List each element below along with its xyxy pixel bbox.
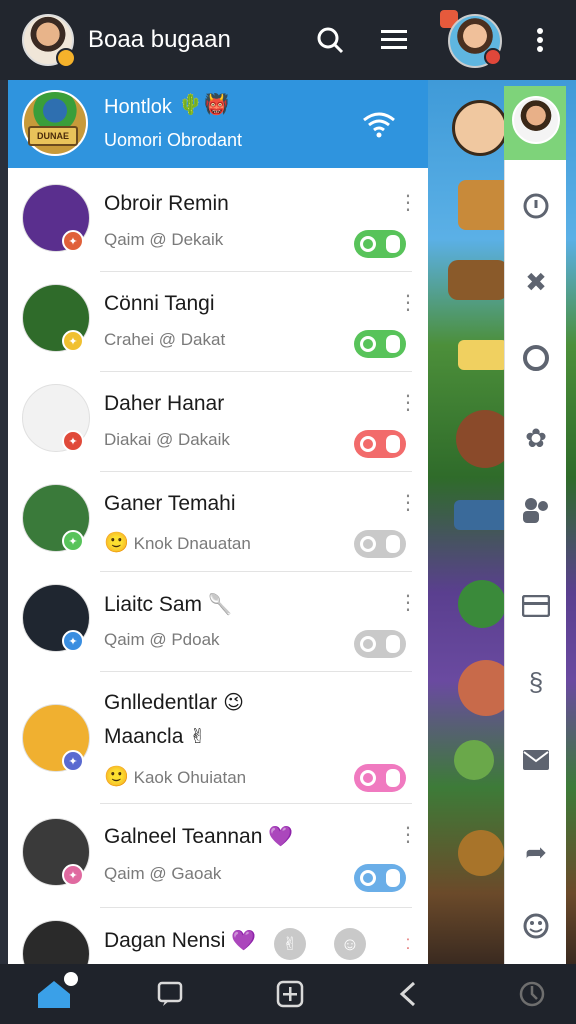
heart-icon: 💜 xyxy=(231,930,257,952)
status-badge: ✦ xyxy=(62,630,84,652)
toggle-switch[interactable] xyxy=(354,430,406,458)
more-vert-icon[interactable]: ⋮ xyxy=(398,824,418,846)
status-badge: ✦ xyxy=(62,864,84,886)
bottom-nav xyxy=(0,964,576,1024)
more-vert-icon[interactable]: ⋮ xyxy=(398,292,418,314)
smiley-icon: 🙂 xyxy=(104,532,129,554)
rail-avatar[interactable] xyxy=(512,96,560,144)
cactus-icon: 🌵 xyxy=(178,94,203,116)
chat-subtitle: Uomori Obrodant xyxy=(104,130,243,150)
heart-icon: 💜 xyxy=(268,826,294,848)
chat-item[interactable]: ✦ Liaitc Sam 🥄 Qaim @ Pdoak ⋮ xyxy=(8,572,428,672)
face-icon[interactable]: ☺ xyxy=(334,928,366,960)
chat-name-line2: Maancla xyxy=(104,725,184,748)
back-icon[interactable] xyxy=(390,976,426,1012)
toggle-switch[interactable] xyxy=(354,630,406,658)
toggle-switch[interactable] xyxy=(354,764,406,792)
chat-item-active[interactable]: DUNAE Hontlok 🌵 👹 Uomori Obrodant xyxy=(8,80,428,168)
status-badge: ✦ xyxy=(62,750,84,772)
circle-icon[interactable] xyxy=(520,342,552,374)
chat-item[interactable]: Dagan Nensi 💜 ✌ ☺ ⁚ xyxy=(8,908,428,964)
chat-name: Cönni Tangi xyxy=(104,292,215,315)
notification-badge xyxy=(64,972,78,986)
chat-name: Hontlok xyxy=(104,96,172,118)
status-badge xyxy=(56,48,76,68)
smiley-icon[interactable] xyxy=(520,910,552,942)
status-badge: ✦ xyxy=(62,430,84,452)
chat-name: Dagan Nensi xyxy=(104,929,226,952)
toggle-switch[interactable] xyxy=(354,230,406,258)
toggle-switch[interactable] xyxy=(354,864,406,892)
chat-item[interactable]: ✦ Cönni Tangi Crahei @ Dakat ⋮ xyxy=(8,272,428,372)
chat-name: Galneel Teannan xyxy=(104,825,263,848)
chat-name: Ganer Temahi xyxy=(104,492,236,515)
status-badge: ✦ xyxy=(62,230,84,252)
chat-item[interactable]: ✦ Ganer Temahi 🙂 Knok Dnauatan ⋮ xyxy=(8,472,428,572)
reaction-icon[interactable]: ✌ xyxy=(274,928,306,960)
chat-subtitle: Qaim @ Dekaik xyxy=(104,230,224,249)
chat-avatar xyxy=(22,920,90,964)
app-header: Boaa bugaan xyxy=(0,0,576,80)
wifi-icon xyxy=(363,112,395,138)
dots-icon[interactable]: ⁚ xyxy=(392,928,424,960)
chat-subtitle: Diakai @ Dakaik xyxy=(104,430,230,449)
people-icon[interactable] xyxy=(520,494,552,526)
chat-avatar xyxy=(22,90,88,156)
chat-name: Obroir Remin xyxy=(104,192,229,215)
more-vert-icon[interactable] xyxy=(522,22,558,58)
link-icon[interactable]: § xyxy=(520,666,552,698)
chat-subtitle: Qaim @ Pdoak xyxy=(104,630,220,649)
chat-subtitle: Qaim @ Gaoak xyxy=(104,864,222,883)
spoon-icon: 🥄 xyxy=(207,594,233,616)
chat-list: DUNAE Hontlok 🌵 👹 Uomori Obrodant ✦ Obro… xyxy=(8,80,428,964)
chat-name: Liaitc Sam xyxy=(104,593,203,616)
hands-icon: ✌ xyxy=(189,726,206,748)
app-title: Boaa bugaan xyxy=(88,26,231,53)
chat-subtitle: Kaok Ohuiatan xyxy=(133,768,247,787)
chat-name: Gnlledentlar xyxy=(104,691,218,714)
chat-icon[interactable] xyxy=(152,976,188,1012)
chat-name: Daher Hanar xyxy=(104,392,225,415)
face-icon: 👹 xyxy=(204,94,229,116)
wink-icon: 😉 xyxy=(223,692,244,714)
smiley-icon: 🙂 xyxy=(104,766,129,788)
clock-icon[interactable] xyxy=(520,190,552,222)
status-badge: ✦ xyxy=(62,330,84,352)
status-badge: ✦ xyxy=(62,530,84,552)
toggle-switch[interactable] xyxy=(354,330,406,358)
chat-subtitle: Knok Dnauatan xyxy=(133,534,251,553)
chat-subtitle: Crahei @ Dakat xyxy=(104,330,226,349)
flower-icon[interactable]: ✿ xyxy=(520,422,552,454)
toggle-switch[interactable] xyxy=(354,530,406,558)
chat-item[interactable]: ✦ Galneel Teannan 💜 Qaim @ Gaoak ⋮ xyxy=(8,804,428,908)
add-icon[interactable] xyxy=(272,976,308,1012)
search-icon[interactable] xyxy=(312,22,348,58)
chat-item[interactable]: ✦ Daher Hanar Diakai @ Dakaik ⋮ xyxy=(8,372,428,472)
mail-icon[interactable] xyxy=(520,744,552,776)
pin-icon[interactable]: ✖ xyxy=(520,266,552,298)
chat-item[interactable]: ✦ Gnlledentlar 😉 Maancla ✌ 🙂 Kaok Ohuiat… xyxy=(8,672,428,804)
menu-icon[interactable] xyxy=(376,22,412,58)
forward-icon[interactable]: ➦ xyxy=(520,836,552,868)
status-badge xyxy=(484,48,502,66)
more-vert-icon[interactable]: ⋮ xyxy=(398,392,418,414)
settings-icon[interactable] xyxy=(514,976,550,1012)
avatar-tag: DUNAE xyxy=(28,126,78,146)
card-icon[interactable] xyxy=(520,590,552,622)
more-vert-icon[interactable]: ⋮ xyxy=(398,492,418,514)
chat-item[interactable]: ✦ Obroir Remin Qaim @ Dekaik ⋮ xyxy=(8,172,428,272)
more-vert-icon[interactable]: ⋮ xyxy=(398,192,418,214)
more-vert-icon[interactable]: ⋮ xyxy=(398,592,418,614)
